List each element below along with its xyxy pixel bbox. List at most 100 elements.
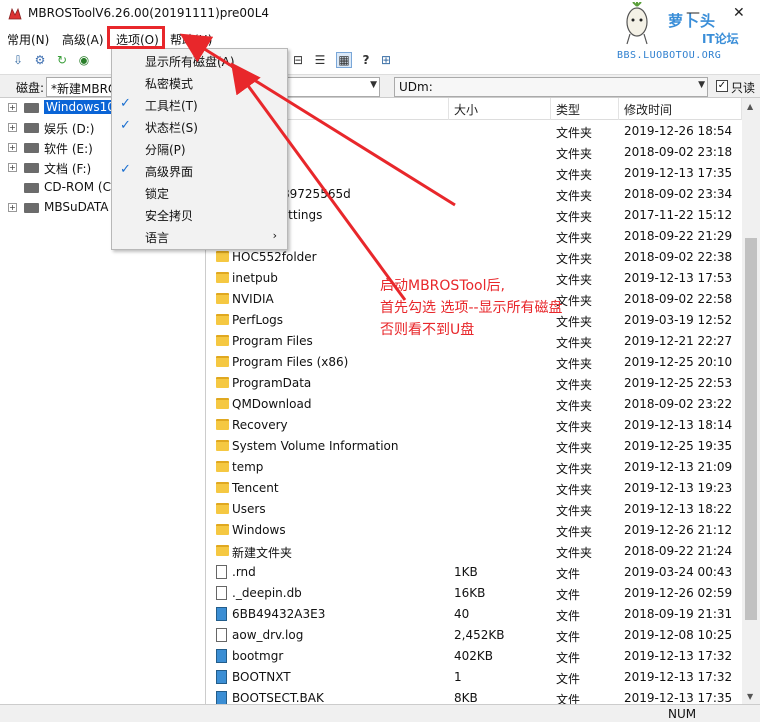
folder-icon [216, 503, 229, 514]
gear-icon[interactable]: ⚙ [32, 52, 48, 68]
menu-item-label: 私密模式 [145, 77, 194, 91]
detail-view-icon[interactable]: ▦ [336, 52, 352, 68]
table-row[interactable]: 文件夹 2018-09-02 23:18 [210, 142, 742, 163]
file-modified: 2019-03-19 12:52 [624, 313, 733, 327]
file-icon [216, 670, 227, 684]
table-row[interactable]: 新建文件夹 文件夹 2018-09-22 21:24 [210, 541, 742, 562]
expand-icon[interactable]: + [8, 143, 17, 152]
folder-icon [216, 314, 229, 325]
folder-icon [216, 398, 229, 409]
disc-icon[interactable]: ◉ [76, 52, 92, 68]
table-row[interactable]: 文件夹 2018-09-22 21:29 [210, 226, 742, 247]
file-icon [216, 628, 227, 642]
expand-icon[interactable]: + [8, 123, 17, 132]
file-modified: 2019-12-26 02:59 [624, 586, 733, 600]
table-row[interactable]: Users 文件夹 2019-12-13 18:22 [210, 499, 742, 520]
file-name: ProgramData [232, 376, 312, 390]
table-row[interactable]: HOC552folder 文件夹 2018-09-02 22:38 [210, 247, 742, 268]
table-row[interactable]: Tencent 文件夹 2019-12-13 19:23 [210, 478, 742, 499]
table-row[interactable]: temp 文件夹 2019-12-13 21:09 [210, 457, 742, 478]
expand-icon[interactable]: + [8, 163, 17, 172]
file-modified: 2019-12-26 21:12 [624, 523, 733, 537]
file-modified: 2019-12-13 17:53 [624, 271, 733, 285]
table-row[interactable]: Recovery 文件夹 2019-12-13 18:14 [210, 415, 742, 436]
table-row[interactable]: System Volume Information 文件夹 2019-12-25 1… [210, 436, 742, 457]
folder-icon [216, 356, 229, 367]
file-type: 文件夹 [556, 126, 593, 140]
menu-item[interactable]: 锁定 [112, 182, 287, 204]
column-type[interactable]: 类型 [556, 101, 580, 118]
list-view-icon[interactable]: ☰ [312, 52, 328, 68]
menu-advanced[interactable]: 高级(A) [62, 31, 104, 48]
file-name: Users [232, 502, 266, 516]
table-row[interactable]: ._deepin.db 16KB 文件 2019-12-26 02:59 [210, 583, 742, 604]
file-size: 1 [454, 670, 462, 684]
folder-icon [216, 419, 229, 430]
table-row[interactable]: ts and Settings文件夹2017-11-22 15:12 [210, 205, 742, 226]
file-name: BOOTNXT [232, 670, 291, 684]
file-modified: 2019-12-25 20:10 [624, 355, 733, 369]
help-icon[interactable]: ? [358, 52, 374, 68]
table-row[interactable]: .BIN文件夹2019-12-26 18:54 [210, 121, 742, 142]
file-type: 文件夹 [556, 168, 593, 182]
file-name: Program Files (x86) [232, 355, 349, 369]
table-row[interactable]: 21f6d5989725565d 文件夹 2018-09-02 23:34 [210, 184, 742, 205]
table-row[interactable]: Program Files (x86) 文件夹 2019-12-25 20:10 [210, 352, 742, 373]
table-row[interactable]: QMDownload 文件夹 2018-09-02 23:22 [210, 394, 742, 415]
folder-icon [216, 293, 229, 304]
menu-item-label: 分隔(P) [145, 143, 186, 157]
file-name: HOC552folder [232, 250, 317, 264]
forum-logo: 萝卜头 IT论坛 BBS.LUOBOTOU.ORG [610, 0, 760, 66]
menu-item[interactable]: ✓ 工具栏(T) [112, 94, 287, 116]
udm-select[interactable]: UDm: ▼ [394, 77, 708, 97]
menu-item[interactable]: 显示所有磁盘(A) [112, 50, 287, 72]
menu-item-label: 高级界面 [145, 165, 194, 179]
table-row[interactable]: Windows 文件夹 2019-12-26 21:12 [210, 520, 742, 541]
plugin-icon[interactable]: ⊞ [378, 52, 394, 68]
menu-item[interactable]: 私密模式 [112, 72, 287, 94]
refresh-icon[interactable]: ↻ [54, 52, 70, 68]
expand-icon[interactable]: + [8, 203, 17, 212]
column-modified[interactable]: 修改时间 [624, 101, 672, 118]
usb-icon[interactable]: ⇩ [10, 52, 26, 68]
file-modified: 2019-12-13 17:35 [624, 166, 733, 180]
file-type: 文件夹 [556, 399, 593, 413]
table-row[interactable]: 6BB49432A3E3 40 文件 2018-09-19 21:31 [210, 604, 742, 625]
file-type: 文件夹 [556, 378, 593, 392]
table-row[interactable]: 文件夹 2019-12-13 17:35 [210, 163, 742, 184]
table-row[interactable]: ProgramData 文件夹 2019-12-25 22:53 [210, 373, 742, 394]
vertical-scrollbar[interactable]: ▲ ▼ [742, 98, 760, 704]
scrollbar-thumb[interactable] [745, 238, 757, 620]
tree-item-label: Windows10 [44, 100, 117, 114]
file-modified: 2018-09-02 22:58 [624, 292, 733, 306]
menu-item[interactable]: 语言 › [112, 226, 287, 248]
readonly-checkbox[interactable]: ✓ [716, 80, 728, 92]
menu-item[interactable]: ✓ 状态栏(S) [112, 116, 287, 138]
menu-item[interactable]: 安全拷贝 [112, 204, 287, 226]
file-modified: 2019-12-21 22:27 [624, 334, 733, 348]
file-list: 大小 类型 修改时间 .BIN文件夹2019-12-26 18:54文件夹201… [210, 98, 760, 704]
radish-mascot-icon [626, 2, 648, 45]
table-row[interactable]: BOOTNXT 1 文件 2019-12-13 17:32 [210, 667, 742, 688]
file-icon [216, 649, 227, 663]
tree-view-icon[interactable]: ⊟ [290, 52, 306, 68]
file-modified: 2018-09-19 21:31 [624, 607, 733, 621]
menu-common[interactable]: 常用(N) [7, 31, 49, 48]
table-row[interactable]: bootmgr 402KB 文件 2019-12-13 17:32 [210, 646, 742, 667]
file-modified: 2018-09-22 21:24 [624, 544, 733, 558]
menu-item[interactable]: ✓ 高级界面 [112, 160, 287, 182]
table-row[interactable]: BOOTSECT.BAK 8KB 文件 2019-12-13 17:35 [210, 688, 742, 704]
scroll-up-icon[interactable]: ▲ [747, 102, 753, 111]
scroll-down-icon[interactable]: ▼ [747, 692, 753, 701]
table-row[interactable]: aow_drv.log 2,452KB 文件 2019-12-08 10:25 [210, 625, 742, 646]
file-modified: 2019-12-25 22:53 [624, 376, 733, 390]
expand-icon[interactable]: + [8, 103, 17, 112]
table-row[interactable]: .rnd 1KB 文件 2019-03-24 00:43 [210, 562, 742, 583]
tree-item-label: 软件 (E:) [44, 142, 93, 156]
menu-item[interactable]: 分隔(P) [112, 138, 287, 160]
file-type: 文件 [556, 630, 581, 644]
file-modified: 2019-12-13 21:09 [624, 460, 733, 474]
menu-help[interactable]: 帮助(H) [170, 31, 212, 48]
column-size[interactable]: 大小 [454, 101, 478, 118]
folder-icon [216, 524, 229, 535]
